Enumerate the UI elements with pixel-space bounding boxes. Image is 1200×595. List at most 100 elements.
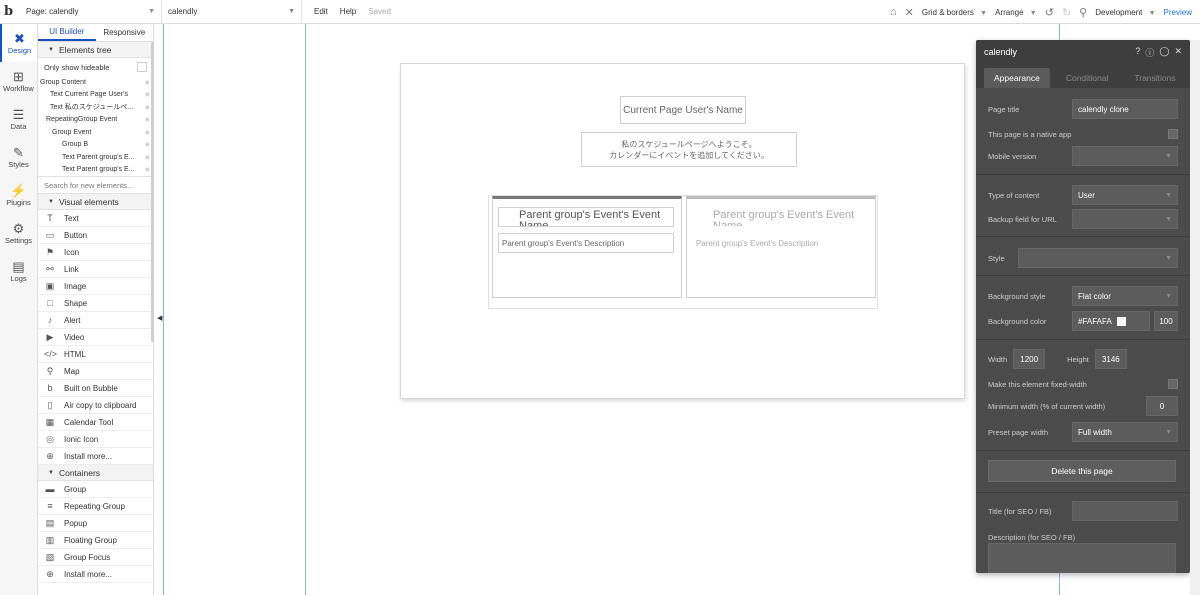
edit-menu[interactable]: Edit	[314, 7, 328, 16]
rail-workflow[interactable]: ⊞ Workflow	[0, 62, 37, 100]
tools-icon[interactable]: ✕	[905, 6, 914, 19]
tab-transitions[interactable]: Transitions	[1124, 68, 1185, 88]
elements-tree-header[interactable]: ▼ Elements tree	[38, 42, 153, 58]
element-alert[interactable]: ♪ Alert	[38, 312, 153, 329]
gift-icon[interactable]: ⌂	[890, 6, 897, 18]
collapse-panel-icon[interactable]: ◀	[157, 314, 162, 322]
container-group[interactable]: ▬ Group	[38, 481, 153, 498]
tree-item[interactable]: Group Content ◉	[38, 76, 153, 89]
element-search-input[interactable]: Search for new elements...	[38, 176, 153, 194]
bg-style-select[interactable]: Flat color ▼	[1072, 286, 1178, 306]
container-popup[interactable]: ▤ Popup	[38, 515, 153, 532]
welcome-text[interactable]: 私のスケジュールページへようこそ。 カレンダーにイベントを追加してください。	[581, 132, 797, 167]
element-air-copy[interactable]: ▯ Air copy to clipboard	[38, 397, 153, 414]
eye-icon[interactable]: ◉	[145, 116, 150, 123]
page-title-input[interactable]: calendly clone	[1072, 99, 1178, 119]
preview-link[interactable]: Preview	[1164, 8, 1192, 17]
mobile-version-select[interactable]: ▼	[1072, 146, 1178, 166]
native-app-checkbox[interactable]	[1168, 129, 1178, 139]
element-calendar-tool[interactable]: ▦ Calendar Tool	[38, 414, 153, 431]
bg-opacity-input[interactable]: 100	[1154, 311, 1178, 331]
tree-item[interactable]: Text 私のスケジュールペ... ◉	[38, 101, 153, 114]
eye-icon[interactable]: ◉	[145, 129, 150, 136]
element-install-more[interactable]: ⊕ Install more...	[38, 448, 153, 465]
only-hideable-checkbox[interactable]	[137, 62, 147, 72]
element-select[interactable]: calendly ▼	[162, 0, 302, 24]
info-icon[interactable]: ⓘ	[1145, 46, 1154, 59]
rail-styles[interactable]: ✎ Styles	[0, 138, 37, 176]
height-input[interactable]: 3146	[1094, 349, 1127, 369]
tab-ui-builder[interactable]: UI Builder	[38, 24, 96, 41]
element-button[interactable]: ▭ Button	[38, 227, 153, 244]
eye-icon[interactable]: ◉	[145, 79, 150, 86]
element-shape[interactable]: □ Shape	[38, 295, 153, 312]
tree-item[interactable]: Group B ◉	[38, 139, 153, 152]
containers-header[interactable]: ▼ Containers	[38, 465, 153, 481]
preset-width-select[interactable]: Full width ▼	[1072, 422, 1178, 442]
tree-item[interactable]: Text Parent group's E... ◉	[38, 151, 153, 164]
fixed-width-checkbox[interactable]	[1168, 379, 1178, 389]
color-swatch[interactable]	[1116, 316, 1126, 326]
group-event-cell[interactable]: Parent group's Event's Event Name Parent…	[492, 196, 682, 298]
rail-data[interactable]: ☰ Data	[0, 100, 37, 138]
element-map[interactable]: ⚲ Map	[38, 363, 153, 380]
help-icon[interactable]: ?	[1135, 46, 1140, 59]
container-repeating-group[interactable]: ≡ Repeating Group	[38, 498, 153, 515]
element-text[interactable]: T Text	[38, 210, 153, 227]
search-icon[interactable]: ⚲	[1079, 6, 1087, 19]
width-input[interactable]: 1200	[1013, 349, 1046, 369]
bubble-logo[interactable]: b	[4, 4, 20, 19]
element-ionic-icon[interactable]: ◎ Ionic Icon	[38, 431, 153, 448]
eye-icon[interactable]: ◉	[145, 91, 150, 98]
rail-design[interactable]: ✖ Design	[0, 24, 37, 62]
style-select[interactable]: ▼	[1018, 248, 1178, 268]
repeating-group-event[interactable]: Parent group's Event's Event Name Parent…	[488, 195, 878, 309]
seo-description-input[interactable]	[988, 543, 1176, 573]
type-of-content-select[interactable]: User ▼	[1072, 185, 1178, 205]
element-html[interactable]: </> HTML	[38, 346, 153, 363]
container-install-more[interactable]: ⊕ Install more...	[38, 566, 153, 583]
eye-icon[interactable]: ◉	[145, 104, 150, 111]
tree-item[interactable]: Group Event ◉	[38, 126, 153, 139]
rail-settings[interactable]: ⚙ Settings	[0, 214, 37, 252]
undo-icon[interactable]: ↺	[1045, 6, 1054, 19]
event-name-text[interactable]: Parent group's Event's Event Name	[498, 207, 674, 227]
help-menu[interactable]: Help	[340, 7, 356, 16]
environment-select[interactable]: Development ▼	[1095, 8, 1155, 17]
comment-icon[interactable]: ◯	[1159, 46, 1169, 59]
tree-item[interactable]: RepeatingGroup Event ◉	[38, 114, 153, 127]
tab-conditional[interactable]: Conditional	[1056, 68, 1119, 88]
bg-color-input[interactable]: #FAFAFA	[1072, 311, 1150, 331]
container-group-focus[interactable]: ▧ Group Focus	[38, 549, 153, 566]
event-description-text[interactable]: Parent group's Event's Description	[498, 233, 674, 253]
min-width-input[interactable]: 0	[1146, 396, 1178, 416]
element-link[interactable]: ⚯ Link	[38, 261, 153, 278]
property-editor-header[interactable]: calendly ? ⓘ ◯ ✕	[976, 40, 1190, 64]
page-select[interactable]: Page: calendly ▼	[20, 0, 162, 24]
seo-title-input[interactable]	[1072, 501, 1178, 521]
close-icon[interactable]: ✕	[1174, 46, 1182, 59]
backup-field-select[interactable]: ▼	[1072, 209, 1178, 229]
visual-elements-header[interactable]: ▼ Visual elements	[38, 194, 153, 210]
tab-responsive[interactable]: Responsive	[96, 24, 154, 41]
page-scrollbar[interactable]	[1190, 40, 1200, 595]
arrange-menu[interactable]: Arrange ▼	[995, 8, 1037, 17]
eye-icon[interactable]: ◉	[145, 141, 150, 148]
redo-icon[interactable]: ↻	[1062, 6, 1071, 19]
element-built-on-bubble[interactable]: b Built on Bubble	[38, 380, 153, 397]
rail-logs[interactable]: ▤ Logs	[0, 252, 37, 290]
tree-item[interactable]: Text Parent group's E... ◉	[38, 164, 153, 177]
element-image[interactable]: ▣ Image	[38, 278, 153, 295]
eye-icon[interactable]: ◉	[145, 166, 150, 173]
tree-item[interactable]: Text Current Page User's ◉	[38, 89, 153, 102]
grid-borders-menu[interactable]: Grid & borders ▼	[922, 8, 987, 17]
rail-plugins[interactable]: ⚡ Plugins	[0, 176, 37, 214]
element-video[interactable]: ▶ Video	[38, 329, 153, 346]
page-canvas[interactable]: Current Page User's Name 私のスケジュールページへようこ…	[400, 63, 965, 399]
tab-appearance[interactable]: Appearance	[984, 68, 1050, 88]
delete-page-button[interactable]: Delete this page	[988, 460, 1176, 482]
element-icon[interactable]: ⚑ Icon	[38, 244, 153, 261]
eye-icon[interactable]: ◉	[145, 154, 150, 161]
current-user-name-text[interactable]: Current Page User's Name	[620, 96, 746, 124]
container-floating-group[interactable]: ▥ Floating Group	[38, 532, 153, 549]
